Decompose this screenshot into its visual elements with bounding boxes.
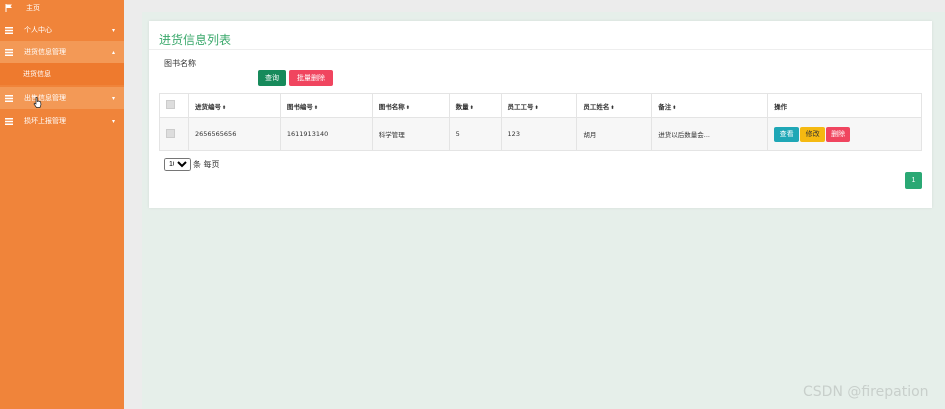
cell-remark: 进货以后数量会... xyxy=(651,117,769,151)
watermark: CSDN @firepation xyxy=(803,384,929,400)
column-header[interactable]: 进货编号⬍ xyxy=(187,93,281,118)
page-size-control: 10 条 每页 xyxy=(164,158,220,171)
search-button[interactable]: 查询 xyxy=(258,70,286,86)
sidebar: 主页 个人中心 ▾ 进货信息管理 ▴ 进货信息 出售信息管理 ▾ 损坏上报管理 … xyxy=(0,0,124,409)
select-all-checkbox-cell[interactable] xyxy=(159,93,189,118)
delete-button[interactable]: 删除 xyxy=(826,126,851,142)
sort-icon: ⬍ xyxy=(469,104,474,111)
sidebar-item-sales-management[interactable]: 出售信息管理 ▾ xyxy=(0,87,124,109)
sidebar-item-purchase-management[interactable]: 进货信息管理 ▴ xyxy=(0,41,124,63)
cell-staff-name: 胡月 xyxy=(576,117,653,151)
sidebar-item-home[interactable]: 主页 xyxy=(0,0,124,19)
sort-icon: ⬍ xyxy=(405,104,410,111)
cell-book-name: 科学管理 xyxy=(371,117,450,151)
view-button[interactable]: 查看 xyxy=(774,126,800,142)
list-panel: 进货信息列表 图书名称 查询 批量删除 进货编号⬍ 图书编号⬍ 图书名称⬍ 数量… xyxy=(149,21,932,208)
sidebar-item-damage-report[interactable]: 损坏上报管理 ▾ xyxy=(0,110,124,132)
cell-book-no: 1611913140 xyxy=(279,117,373,151)
list-icon xyxy=(4,117,13,126)
table-header-row: 进货编号⬍ 图书编号⬍ 图书名称⬍ 数量⬍ 员工工号⬍ 员工姓名⬍ 备注⬍ 操作 xyxy=(159,93,922,118)
select-all-checkbox[interactable] xyxy=(166,100,175,109)
sort-icon: ⬍ xyxy=(534,104,539,111)
column-header[interactable]: 备注⬍ xyxy=(651,93,769,118)
sidebar-item-label: 进货信息 xyxy=(23,70,51,78)
list-icon xyxy=(4,26,13,35)
chevron-down-icon: ▾ xyxy=(112,26,116,34)
chevron-down-icon: ▾ xyxy=(112,94,116,102)
column-header[interactable]: 图书编号⬍ xyxy=(279,93,373,118)
sidebar-item-label: 出售信息管理 xyxy=(24,94,66,102)
sidebar-subitem-purchase-info[interactable]: 进货信息 xyxy=(0,63,124,85)
divider xyxy=(149,49,932,50)
cell-quantity: 5 xyxy=(448,117,502,151)
sort-icon: ⬍ xyxy=(610,104,615,111)
page-title: 进货信息列表 xyxy=(159,33,232,47)
flag-icon xyxy=(4,4,13,13)
sidebar-item-label: 主页 xyxy=(26,4,40,12)
page-button-current[interactable]: 1 xyxy=(905,172,922,189)
row-checkbox-cell[interactable] xyxy=(159,117,189,151)
edit-button[interactable]: 修改 xyxy=(800,126,826,142)
sidebar-item-personal-center[interactable]: 个人中心 ▾ xyxy=(0,19,124,41)
batch-delete-button[interactable]: 批量删除 xyxy=(289,70,333,86)
chevron-down-icon: ▾ xyxy=(112,117,116,125)
cell-staff-no: 123 xyxy=(500,117,578,151)
sidebar-item-label: 损坏上报管理 xyxy=(24,117,66,125)
page-size-suffix: 条 每页 xyxy=(193,160,220,169)
sort-icon: ⬍ xyxy=(672,104,677,111)
hand-cursor-icon xyxy=(33,93,42,112)
table-row: 2656565656 1611913140 科学管理 5 123 胡月 进货以后… xyxy=(159,117,922,151)
data-table: 进货编号⬍ 图书编号⬍ 图书名称⬍ 数量⬍ 员工工号⬍ 员工姓名⬍ 备注⬍ 操作… xyxy=(159,93,922,151)
cell-purchase-no: 2656565656 xyxy=(187,117,281,151)
sort-icon: ⬍ xyxy=(221,104,227,111)
column-header[interactable]: 图书名称⬍ xyxy=(371,93,450,118)
cell-actions: 查看 修改 删除 xyxy=(767,117,922,151)
sidebar-item-label: 进货信息管理 xyxy=(24,48,66,56)
column-header[interactable]: 员工工号⬍ xyxy=(500,93,578,118)
list-icon xyxy=(4,48,13,57)
row-checkbox[interactable] xyxy=(166,128,175,138)
chevron-up-icon: ▴ xyxy=(112,48,116,56)
search-label: 图书名称 xyxy=(164,59,196,68)
column-header-actions: 操作 xyxy=(767,93,922,118)
column-header[interactable]: 数量⬍ xyxy=(448,93,502,118)
column-header[interactable]: 员工姓名⬍ xyxy=(576,93,653,118)
search-input[interactable] xyxy=(164,69,254,86)
sidebar-item-label: 个人中心 xyxy=(24,26,52,34)
list-icon xyxy=(4,94,13,103)
sort-icon: ⬍ xyxy=(313,104,319,111)
page-size-select[interactable]: 10 xyxy=(164,158,191,171)
